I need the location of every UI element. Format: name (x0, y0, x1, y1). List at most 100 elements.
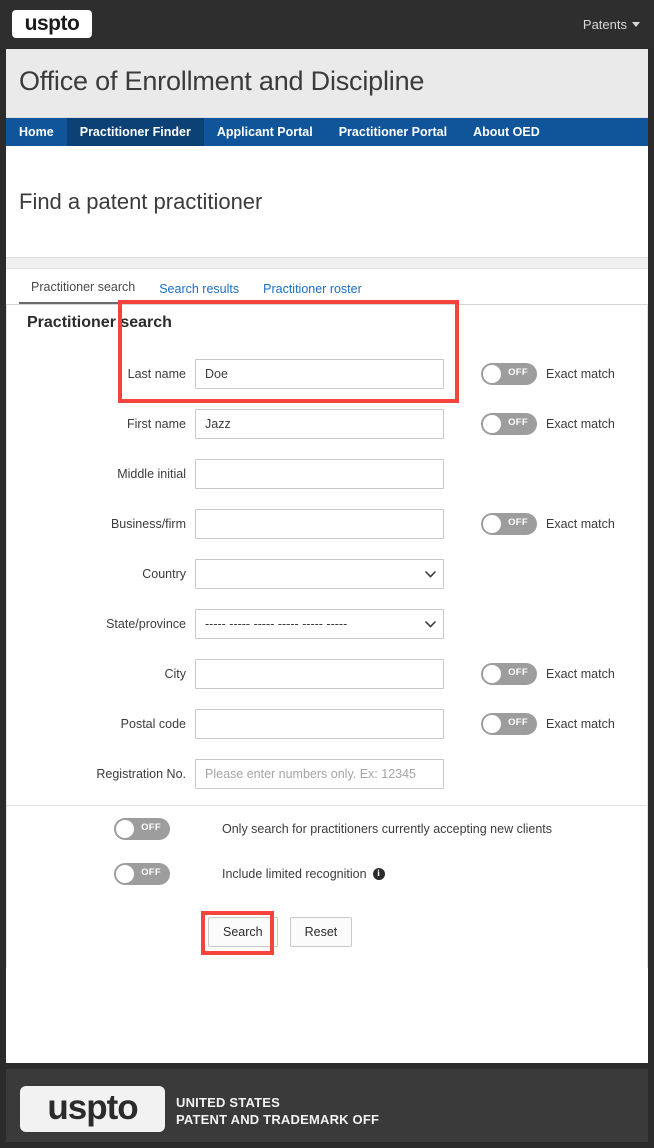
toggle-knob (483, 415, 501, 433)
exact-match-toggle-city[interactable]: OFF (481, 663, 537, 685)
form-row-country: Country (7, 549, 647, 599)
toggle-knob (483, 665, 501, 683)
toggle-knob (483, 715, 501, 733)
include-limited-recognition-toggle[interactable]: OFF (114, 862, 170, 885)
label-business-firm: Business/firm (110, 517, 186, 531)
label-middle-initial: Middle initial (117, 467, 186, 481)
form-row-registration-no: Registration No. (7, 749, 647, 799)
business-firm-input[interactable] (195, 509, 444, 539)
uspto-logo-text: uspto (24, 11, 80, 35)
toggle-state-text: OFF (508, 367, 528, 378)
nav-item-applicant-portal[interactable]: Applicant Portal (204, 118, 326, 146)
exact-match-toggle-business-firm[interactable]: OFF (481, 513, 537, 535)
form-row-state-province: State/province ----- ----- ----- ----- -… (7, 599, 647, 649)
toggle-state-text: OFF (508, 417, 528, 428)
page-heading-area: Find a patent practitioner (6, 146, 648, 257)
option-label-accepting-clients-text: Only search for practitioners currently … (222, 821, 553, 836)
nav-item-practitioner-portal[interactable]: Practitioner Portal (326, 118, 460, 146)
toggle-knob (483, 515, 501, 533)
option-label-limited-recognition-text: Include limited recognition (222, 866, 367, 881)
registration-no-input[interactable] (195, 759, 444, 789)
footer-uspto-logo-text: uspto (47, 1087, 138, 1127)
label-country: Country (142, 567, 186, 581)
toggle-knob (116, 864, 134, 883)
label-registration-no: Registration No. (96, 767, 186, 781)
patents-dropdown[interactable]: Patents (583, 17, 640, 32)
tab-practitioner-search[interactable]: Practitioner search (19, 280, 148, 304)
nav-item-home-label: Home (19, 125, 54, 139)
chevron-down-icon (632, 22, 640, 27)
option-label-limited-recognition: Include limited recognition i (222, 867, 385, 881)
tab-practitioner-search-label: Practitioner search (31, 280, 136, 294)
nav-item-practitioner-finder-label: Practitioner Finder (79, 125, 191, 139)
form-row-last-name: Last name OFF Exact match (7, 349, 647, 399)
search-button[interactable]: Search (208, 917, 278, 947)
patents-dropdown-label: Patents (582, 17, 627, 32)
city-input[interactable] (195, 659, 444, 689)
middle-initial-input[interactable] (195, 459, 444, 489)
practitioner-search-form: Practitioner search Last name OFF Exact … (6, 300, 648, 968)
site-title: Office of Enrollment and Discipline (19, 66, 425, 96)
tab-search-results[interactable]: Search results (147, 282, 251, 304)
exact-match-last-name: OFF Exact match (481, 363, 615, 385)
postal-code-input[interactable] (195, 709, 444, 739)
footer-uspto-logo: uspto (20, 1086, 165, 1132)
exact-match-label-city: Exact match (546, 667, 615, 681)
uspto-utility-bar: uspto Patents (0, 0, 654, 49)
uspto-logo[interactable]: uspto (12, 10, 92, 38)
option-row-accepting-clients: OFF Only search for practitioners curren… (7, 806, 647, 851)
toggle-state-text: OFF (141, 866, 161, 878)
main-navigation: Home Practitioner Finder Applicant Porta… (6, 118, 648, 146)
exact-match-label-first-name: Exact match (546, 417, 615, 431)
page-frame: Office of Enrollment and Discipline Home… (6, 49, 648, 1063)
tab-practitioner-roster[interactable]: Practitioner roster (251, 282, 374, 304)
form-row-business-firm: Business/firm OFF Exact match (7, 499, 647, 549)
site-footer: uspto UNITED STATES PATENT AND TRADEMARK… (6, 1069, 648, 1142)
last-name-input[interactable] (195, 359, 444, 389)
label-last-name: Last name (127, 367, 186, 381)
site-title-band: Office of Enrollment and Discipline (6, 49, 648, 118)
browser-viewport: uspto Patents Office of Enrollment and D… (0, 0, 654, 1148)
option-row-limited-recognition: OFF Include limited recognition i (7, 851, 647, 896)
exact-match-toggle-last-name[interactable]: OFF (481, 363, 537, 385)
form-row-city: City OFF Exact match (7, 649, 647, 699)
state-province-select[interactable]: ----- ----- ----- ----- ----- ----- (195, 609, 444, 639)
country-select-wrap (195, 559, 444, 589)
exact-match-postal-code: OFF Exact match (481, 713, 615, 735)
exact-match-toggle-postal-code[interactable]: OFF (481, 713, 537, 735)
reset-button[interactable]: Reset (289, 917, 353, 947)
info-icon[interactable]: i (372, 867, 385, 880)
exact-match-label-postal-code: Exact match (546, 717, 615, 731)
country-select[interactable] (195, 559, 444, 589)
nav-item-applicant-portal-label: Applicant Portal (216, 125, 313, 139)
exact-match-toggle-first-name[interactable]: OFF (481, 413, 537, 435)
state-province-select-wrap: ----- ----- ----- ----- ----- ----- (195, 609, 444, 639)
nav-item-home[interactable]: Home (6, 118, 67, 146)
footer-agency-name: UNITED STATES PATENT AND TRADEMARK OFF (176, 1095, 379, 1128)
nav-item-practitioner-finder[interactable]: Practitioner Finder (66, 118, 204, 146)
first-name-input[interactable] (195, 409, 444, 439)
label-first-name: First name (126, 417, 186, 431)
toggle-state-text: OFF (508, 517, 528, 528)
footer-agency-line1: UNITED STATES (176, 1095, 280, 1110)
label-postal-code: Postal code (120, 717, 186, 731)
exact-match-label-last-name: Exact match (546, 367, 615, 381)
form-row-first-name: First name OFF Exact match (7, 399, 647, 449)
form-actions: Search Reset (7, 896, 647, 968)
footer-agency-line2: PATENT AND TRADEMARK OFF (176, 1111, 380, 1127)
form-row-middle-initial: Middle initial (7, 449, 647, 499)
nav-item-about-oed[interactable]: About OED (460, 118, 553, 146)
toggle-state-text: OFF (508, 667, 528, 678)
form-row-postal-code: Postal code OFF Exact match (7, 699, 647, 749)
tab-search-results-label: Search results (159, 282, 240, 296)
nav-item-about-oed-label: About OED (473, 125, 540, 139)
form-field-rows: Last name OFF Exact match First name (7, 300, 647, 799)
tab-bar: Practitioner search Search results Pract… (6, 269, 648, 305)
exact-match-city: OFF Exact match (481, 663, 615, 685)
page-title: Find a patent practitioner (19, 189, 263, 214)
accepting-new-clients-toggle[interactable]: OFF (114, 817, 170, 840)
tab-practitioner-roster-label: Practitioner roster (263, 282, 362, 296)
nav-item-practitioner-portal-label: Practitioner Portal (338, 125, 448, 139)
toggle-state-text: OFF (141, 821, 161, 833)
exact-match-business-firm: OFF Exact match (481, 513, 615, 535)
